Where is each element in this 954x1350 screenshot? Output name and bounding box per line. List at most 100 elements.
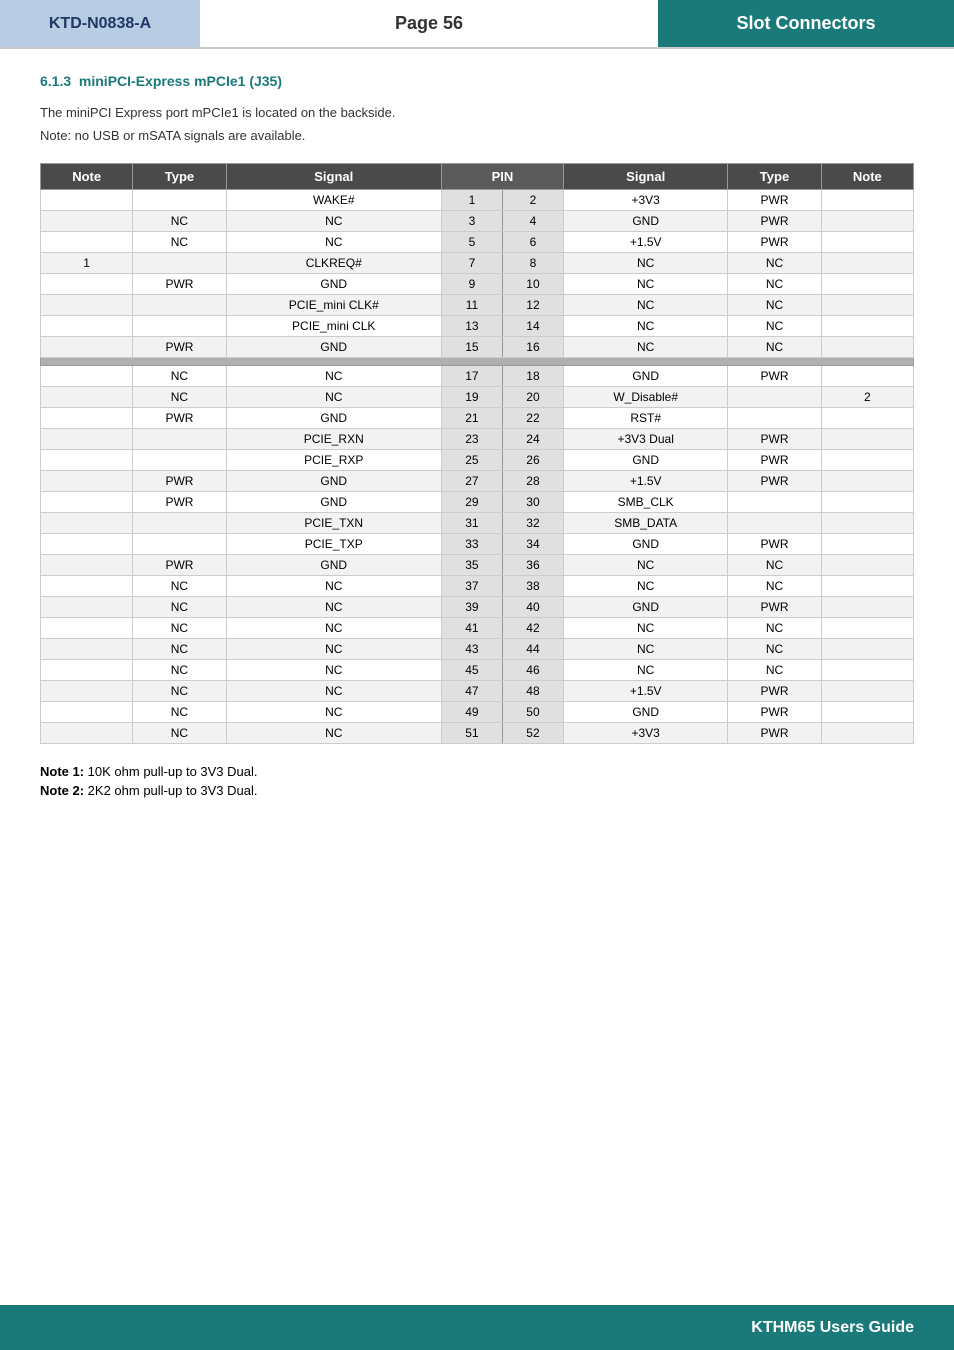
main-content: 6.1.3 miniPCI-Express mPCIe1 (J35) The m… bbox=[0, 49, 954, 826]
cell-note-right bbox=[821, 471, 913, 492]
cell-note-right bbox=[821, 555, 913, 576]
cell-type-left: NC bbox=[133, 576, 226, 597]
cell-note-left bbox=[41, 295, 133, 316]
cell-note-right bbox=[821, 274, 913, 295]
cell-pin-left: 5 bbox=[441, 232, 502, 253]
cell-signal-left: GND bbox=[226, 471, 441, 492]
cell-note-left bbox=[41, 513, 133, 534]
col-header-type-left: Type bbox=[133, 164, 226, 190]
cell-type-left bbox=[133, 513, 226, 534]
cell-type-right bbox=[728, 513, 821, 534]
cell-note-left bbox=[41, 618, 133, 639]
cell-signal-left: NC bbox=[226, 618, 441, 639]
cell-pin-left: 31 bbox=[441, 513, 502, 534]
cell-pin-right: 2 bbox=[502, 190, 563, 211]
cell-pin-left: 29 bbox=[441, 492, 502, 513]
cell-type-right: PWR bbox=[728, 597, 821, 618]
cell-pin-left: 35 bbox=[441, 555, 502, 576]
cell-note-right bbox=[821, 408, 913, 429]
document-id: KTD-N0838-A bbox=[0, 0, 200, 47]
cell-signal-right: NC bbox=[564, 253, 728, 274]
cell-pin-right: 50 bbox=[502, 702, 563, 723]
table-gap-row bbox=[41, 358, 914, 366]
cell-signal-right: NC bbox=[564, 639, 728, 660]
cell-signal-left: GND bbox=[226, 337, 441, 358]
cell-pin-left: 7 bbox=[441, 253, 502, 274]
cell-type-left bbox=[133, 253, 226, 274]
cell-pin-right: 38 bbox=[502, 576, 563, 597]
table-row: NCNC56+1.5VPWR bbox=[41, 232, 914, 253]
cell-type-left: NC bbox=[133, 702, 226, 723]
cell-type-right bbox=[728, 387, 821, 408]
cell-pin-left: 13 bbox=[441, 316, 502, 337]
cell-note-left bbox=[41, 723, 133, 744]
cell-pin-right: 4 bbox=[502, 211, 563, 232]
cell-signal-right: GND bbox=[564, 534, 728, 555]
cell-note-left bbox=[41, 274, 133, 295]
note-availability-text: Note: no USB or mSATA signals are availa… bbox=[40, 128, 914, 143]
cell-pin-left: 15 bbox=[441, 337, 502, 358]
cell-signal-right: +1.5V bbox=[564, 681, 728, 702]
cell-type-right: PWR bbox=[728, 471, 821, 492]
table-row: NCNC4344NCNC bbox=[41, 639, 914, 660]
note-2: Note 2: 2K2 ohm pull-up to 3V3 Dual. bbox=[40, 783, 914, 798]
cell-type-right: PWR bbox=[728, 232, 821, 253]
cell-pin-right: 16 bbox=[502, 337, 563, 358]
pin-table: Note Type Signal PIN Signal Type Note WA… bbox=[40, 163, 914, 744]
cell-type-right: PWR bbox=[728, 450, 821, 471]
cell-note-left bbox=[41, 190, 133, 211]
cell-note-right bbox=[821, 316, 913, 337]
cell-signal-left: PCIE_TXP bbox=[226, 534, 441, 555]
cell-pin-right: 12 bbox=[502, 295, 563, 316]
cell-pin-right: 32 bbox=[502, 513, 563, 534]
cell-note-right: 2 bbox=[821, 387, 913, 408]
cell-note-left: 1 bbox=[41, 253, 133, 274]
cell-type-left bbox=[133, 295, 226, 316]
cell-pin-right: 24 bbox=[502, 429, 563, 450]
cell-type-left: NC bbox=[133, 639, 226, 660]
cell-pin-right: 48 bbox=[502, 681, 563, 702]
cell-signal-left: PCIE_TXN bbox=[226, 513, 441, 534]
cell-pin-left: 23 bbox=[441, 429, 502, 450]
cell-pin-right: 40 bbox=[502, 597, 563, 618]
cell-signal-right: NC bbox=[564, 274, 728, 295]
cell-note-right bbox=[821, 232, 913, 253]
cell-note-right bbox=[821, 534, 913, 555]
col-header-note-right: Note bbox=[821, 164, 913, 190]
table-row: PWRGND2122RST# bbox=[41, 408, 914, 429]
cell-signal-right: SMB_DATA bbox=[564, 513, 728, 534]
cell-note-right bbox=[821, 660, 913, 681]
cell-signal-left: GND bbox=[226, 492, 441, 513]
cell-note-left bbox=[41, 597, 133, 618]
table-row: NCNC4748+1.5VPWR bbox=[41, 681, 914, 702]
cell-signal-right: +1.5V bbox=[564, 471, 728, 492]
col-header-signal-right: Signal bbox=[564, 164, 728, 190]
cell-note-left bbox=[41, 232, 133, 253]
cell-type-right: NC bbox=[728, 660, 821, 681]
cell-type-left: NC bbox=[133, 232, 226, 253]
cell-note-left bbox=[41, 366, 133, 387]
table-row: PCIE_mini CLK1314NCNC bbox=[41, 316, 914, 337]
table-row: PCIE_TXP3334GNDPWR bbox=[41, 534, 914, 555]
cell-note-left bbox=[41, 534, 133, 555]
cell-note-right bbox=[821, 190, 913, 211]
cell-pin-right: 34 bbox=[502, 534, 563, 555]
cell-type-left: PWR bbox=[133, 555, 226, 576]
cell-note-left bbox=[41, 387, 133, 408]
table-row: NCNC1718GNDPWR bbox=[41, 366, 914, 387]
cell-signal-right: +3V3 Dual bbox=[564, 429, 728, 450]
cell-note-right bbox=[821, 681, 913, 702]
cell-pin-left: 51 bbox=[441, 723, 502, 744]
cell-pin-left: 25 bbox=[441, 450, 502, 471]
cell-note-left bbox=[41, 471, 133, 492]
cell-type-right: PWR bbox=[728, 723, 821, 744]
cell-note-right bbox=[821, 211, 913, 232]
page-header: KTD-N0838-A Page 56 Slot Connectors bbox=[0, 0, 954, 49]
cell-note-right bbox=[821, 597, 913, 618]
cell-note-left bbox=[41, 660, 133, 681]
table-row: 1CLKREQ#78NCNC bbox=[41, 253, 914, 274]
col-header-note-left: Note bbox=[41, 164, 133, 190]
col-header-type-right: Type bbox=[728, 164, 821, 190]
cell-note-left bbox=[41, 492, 133, 513]
cell-type-right: NC bbox=[728, 618, 821, 639]
